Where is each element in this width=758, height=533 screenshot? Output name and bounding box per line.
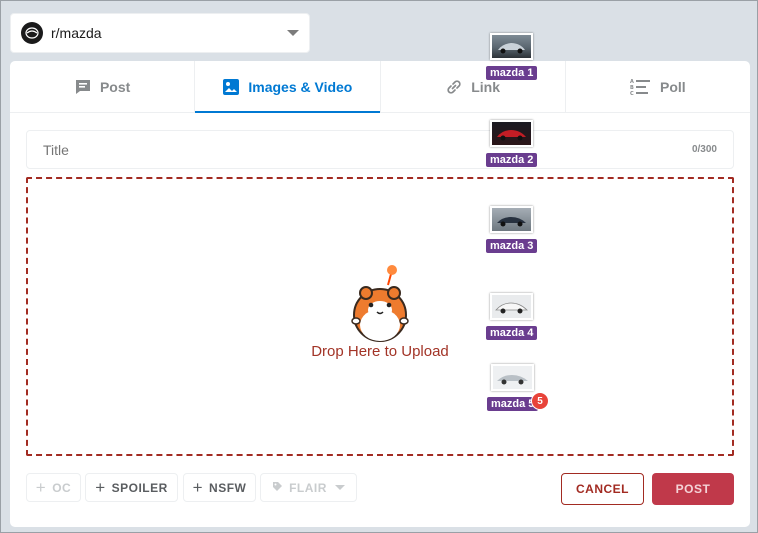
car-thumbnail [490, 206, 534, 233]
oc-tag-button[interactable]: + OC [26, 473, 81, 502]
file-label: mazda 4 [486, 326, 538, 340]
spoiler-tag-button[interactable]: + SPOILER [85, 473, 178, 502]
car-thumbnail [490, 120, 534, 147]
tab-link-label: Link [471, 78, 501, 95]
plus-icon: + [35, 478, 47, 497]
tab-images-video-label: Images & Video [248, 78, 353, 95]
chevron-down-icon [334, 485, 345, 490]
title-input[interactable] [43, 141, 692, 158]
title-char-counter: 0/300 [691, 144, 717, 155]
plus-icon: + [192, 478, 204, 497]
community-name: r/mazda [51, 25, 102, 41]
drag-count-badge: 5 [531, 392, 549, 410]
car-thumbnail [491, 364, 535, 391]
link-icon [445, 78, 463, 96]
image-icon [222, 78, 240, 96]
cancel-button[interactable]: CANCEL [561, 473, 644, 505]
file-label: mazda 3 [486, 239, 538, 253]
flair-button[interactable]: FLAIR [260, 473, 357, 502]
flair-label: FLAIR [289, 480, 327, 495]
plus-icon: + [95, 478, 106, 497]
tab-post[interactable]: Post [10, 61, 196, 112]
nsfw-label: NSFW [209, 480, 247, 495]
oc-label: OC [52, 480, 72, 495]
poll-icon: ABC [630, 78, 652, 96]
file-label: mazda 2 [486, 153, 538, 167]
car-thumbnail [490, 293, 534, 320]
tab-poll[interactable]: ABC Poll [566, 61, 750, 112]
community-selector[interactable]: r/mazda [10, 13, 310, 53]
svg-text:C: C [630, 91, 634, 96]
spoiler-label: SPOILER [111, 480, 168, 495]
tab-post-label: Post [99, 78, 131, 95]
file-label: mazda 1 [486, 66, 538, 80]
dragged-file-item: mazda 2 [486, 120, 538, 167]
dragged-file-item: mazda 1 [486, 33, 538, 80]
dragged-file-item: mazda 3 [486, 206, 538, 253]
chevron-down-icon[interactable] [287, 30, 299, 36]
tab-link[interactable]: Link [381, 61, 566, 112]
create-post-card: Post Images & Video Link ABC Poll 0/300 [10, 61, 750, 527]
hamster-mascot-icon [350, 263, 410, 348]
tab-images-video[interactable]: Images & Video [195, 61, 381, 113]
post-type-tabs: Post Images & Video Link ABC Poll [10, 61, 750, 113]
dragged-file-item: mazda 4 [486, 293, 538, 340]
title-field: 0/300 [26, 130, 734, 169]
post-icon [74, 78, 92, 96]
post-footer: + OC + SPOILER + NSFW FLAIR CANCEL POST [26, 473, 734, 505]
nsfw-tag-button[interactable]: + NSFW [183, 473, 256, 502]
car-thumbnail [490, 33, 534, 60]
upload-dropzone[interactable]: Drop Here to Upload [26, 177, 734, 456]
mazda-logo-icon [21, 22, 43, 44]
drop-here-text: Drop Here to Upload [311, 343, 449, 360]
post-button[interactable]: POST [652, 473, 734, 505]
tab-poll-label: Poll [660, 78, 686, 95]
tag-icon [272, 481, 283, 495]
